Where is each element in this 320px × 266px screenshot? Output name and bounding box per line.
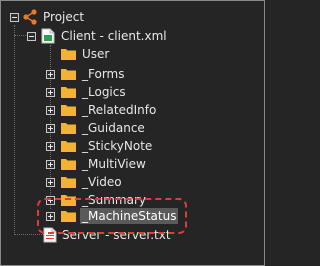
tree-node-label: _Logics	[82, 85, 126, 99]
expand-toggle[interactable]	[46, 196, 55, 205]
tree-node-label: Server - server.txt	[62, 228, 171, 242]
tree-node-logics[interactable]: _Logics	[1, 82, 264, 102]
tree-node-machinestatus[interactable]: _MachineStatus	[1, 206, 264, 226]
tree-node-label: _MultiView	[82, 157, 146, 171]
folder-icon	[61, 123, 76, 134]
tree-node-client[interactable]: Client - client.xml	[1, 26, 264, 46]
expand-toggle[interactable]	[46, 142, 55, 151]
tree-node-multiview[interactable]: _MultiView	[1, 154, 264, 174]
folder-icon	[61, 49, 76, 60]
tree-node-video[interactable]: _Video	[1, 172, 264, 192]
tree-node-label: _Forms	[82, 67, 125, 81]
folder-icon	[61, 195, 76, 206]
expand-toggle[interactable]	[46, 212, 55, 221]
tree-node-relatedinfo[interactable]: _RelatedInfo	[1, 100, 264, 120]
folder-icon	[61, 105, 76, 116]
collapse-toggle[interactable]	[27, 32, 36, 41]
tree-node-label: Client - client.xml	[61, 29, 167, 43]
tree-node-user[interactable]: User	[1, 44, 264, 64]
tree-node-guidance[interactable]: _Guidance	[1, 118, 264, 138]
project-graph-icon	[23, 9, 37, 25]
expand-toggle[interactable]	[46, 106, 55, 115]
tree-node-label: _RelatedInfo	[82, 103, 157, 117]
tree-node-label: _Video	[82, 175, 122, 189]
tree-node-label: User	[82, 47, 110, 61]
folder-icon	[61, 177, 76, 188]
tree-node-stickynote[interactable]: _StickyNote	[1, 136, 264, 156]
folder-icon	[61, 211, 76, 222]
tree-node-label: Project	[43, 10, 85, 24]
folder-icon	[61, 87, 76, 98]
folder-icon	[61, 69, 76, 80]
tree-node-label: _StickyNote	[82, 139, 153, 153]
expand-toggle[interactable]	[46, 70, 55, 79]
tree-node-forms[interactable]: _Forms	[1, 64, 264, 84]
expand-toggle[interactable]	[46, 178, 55, 187]
tree-node-label: _Guidance	[82, 121, 145, 135]
expand-toggle[interactable]	[46, 88, 55, 97]
collapse-toggle[interactable]	[10, 13, 19, 22]
project-tree-panel: Project Client - client.xml User _Forms …	[0, 0, 265, 266]
tree-node-label-selected: _MachineStatus	[80, 208, 179, 224]
tree-node-server[interactable]: Server - server.txt	[1, 225, 264, 245]
xml-file-icon	[41, 28, 55, 44]
expand-toggle[interactable]	[46, 160, 55, 169]
expand-toggle[interactable]	[46, 124, 55, 133]
tree-node-project[interactable]: Project	[1, 7, 264, 27]
folder-icon	[61, 159, 76, 170]
text-file-icon	[43, 227, 57, 243]
folder-icon	[61, 141, 76, 152]
